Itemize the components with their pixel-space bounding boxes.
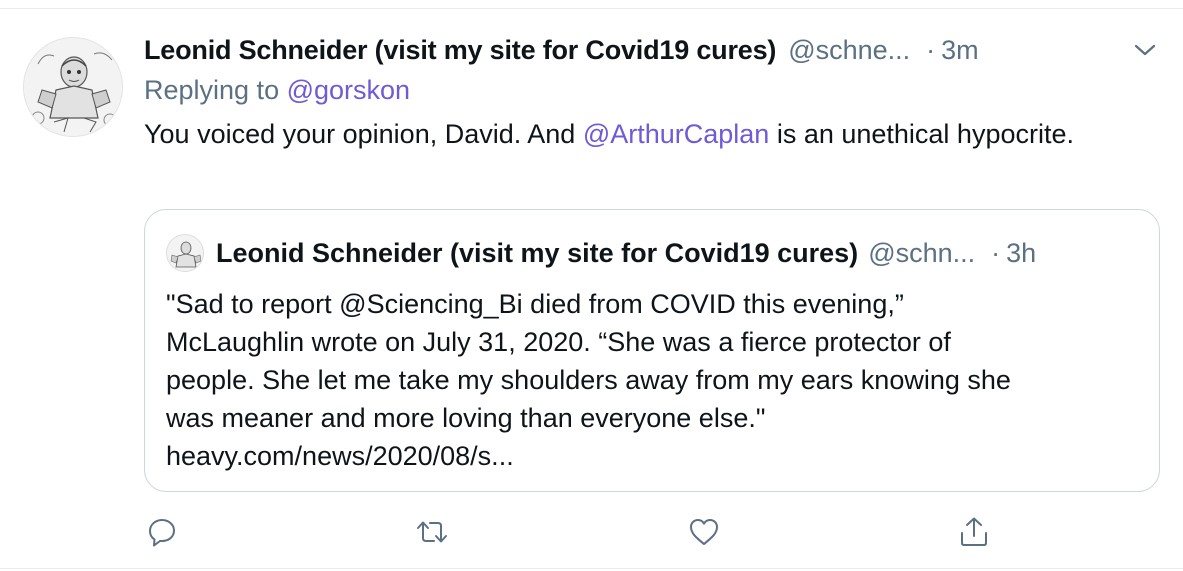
tweet-text: You voiced your opinion, David. And @Art… <box>144 115 1104 153</box>
share-button[interactable] <box>956 514 992 550</box>
quoted-text-line: "Sad to report @Sciencing_Bi died from C… <box>166 289 904 319</box>
replying-to-mention[interactable]: @gorskon <box>287 75 410 105</box>
text-mention-link[interactable]: @ArthurCaplan <box>583 119 770 149</box>
share-icon <box>961 517 987 546</box>
quoted-author-avatar <box>166 234 204 272</box>
tweet-header: Leonid Schneider (visit my site for Covi… <box>144 33 979 67</box>
replying-prefix: Replying to <box>144 75 280 105</box>
quoted-tweet[interactable]: Leonid Schneider (visit my site for Covi… <box>144 209 1160 492</box>
quoted-tweet-header: Leonid Schneider (visit my site for Covi… <box>216 235 1036 271</box>
like-button[interactable] <box>686 514 722 550</box>
sketch-portrait-avatar <box>167 235 203 271</box>
quoted-tweet-timestamp: 3h <box>1006 237 1037 268</box>
retweet-button[interactable] <box>414 514 450 550</box>
chevron-down-icon <box>1134 44 1156 56</box>
reply-button[interactable] <box>144 514 180 550</box>
tweet-text-part2: is an unethical hypocrite. <box>769 119 1074 149</box>
quoted-text-link[interactable]: heavy.com/news/2020/08/s... <box>166 437 1141 475</box>
quoted-tweet-text: "Sad to report @Sciencing_Bi died from C… <box>166 285 1141 475</box>
author-name[interactable]: Leonid Schneider (visit my site for Covi… <box>144 35 776 66</box>
tweet-text-part1: You voiced your opinion, David. And <box>144 119 583 149</box>
separator-dot: · <box>926 34 936 65</box>
quoted-author-name: Leonid Schneider (visit my site for Covi… <box>216 237 859 268</box>
separator-dot: · <box>991 237 1001 268</box>
bottom-divider <box>0 568 1183 569</box>
replying-to: Replying to @gorskon <box>144 75 410 106</box>
more-options-button[interactable] <box>1130 38 1160 62</box>
quoted-text-line: McLaughlin wrote on July 31, 2020. “She … <box>166 327 951 357</box>
author-avatar[interactable] <box>23 37 123 137</box>
retweet-icon <box>417 521 447 543</box>
author-handle[interactable]: @schne... <box>788 35 910 66</box>
quoted-author-handle: @schn... <box>868 237 976 268</box>
tweet[interactable]: Leonid Schneider (visit my site for Covi… <box>0 9 1183 568</box>
quoted-text-line: people. She let me take my shoulders awa… <box>166 365 1011 395</box>
reply-icon <box>149 519 175 547</box>
quoted-text-line: was meaner and more loving than everyone… <box>166 403 766 433</box>
tweet-timestamp[interactable]: 3m <box>941 35 979 66</box>
sketch-portrait-avatar <box>24 38 122 136</box>
like-icon <box>690 519 718 545</box>
